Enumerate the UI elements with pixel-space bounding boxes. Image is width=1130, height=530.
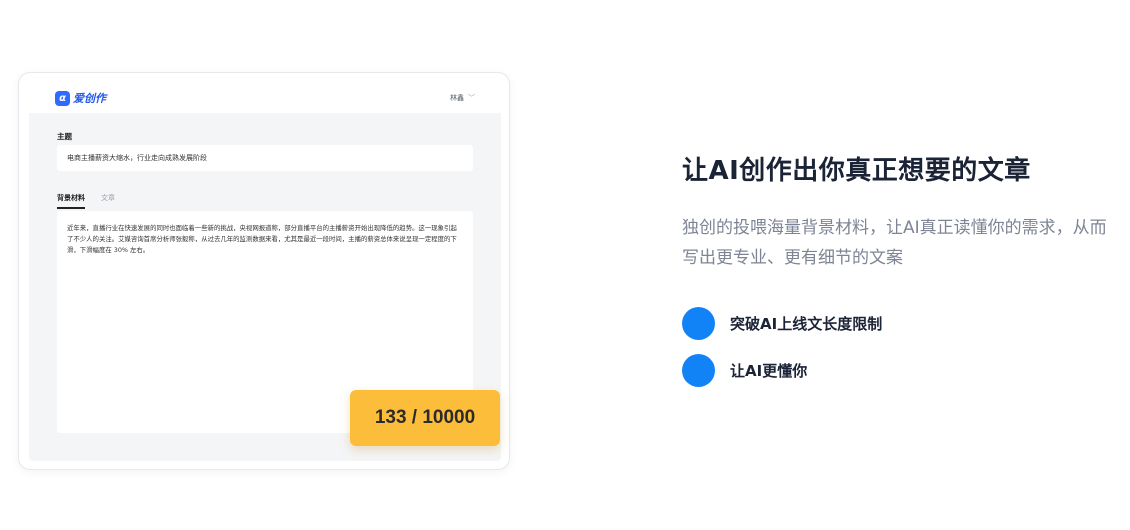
feature-item: 突破AI上线文长度限制 <box>682 307 882 340</box>
logo-text: 爱创作 <box>73 92 106 105</box>
editor-tabs: 背景材料 文章 <box>57 193 115 209</box>
user-name: 林鑫 <box>450 94 464 102</box>
feature-text: 突破AI上线文长度限制 <box>730 315 883 333</box>
hero-title: 让AI创作出你真正想要的文章 <box>682 156 1031 186</box>
app-header: α 爱创作 林鑫 ﹀ <box>29 83 501 113</box>
chevron-down-icon: ﹀ <box>468 94 475 102</box>
feature-item: 让AI更懂你 <box>682 354 807 387</box>
user-menu[interactable]: 林鑫 ﹀ <box>450 93 475 103</box>
tab-background-material[interactable]: 背景材料 <box>57 193 85 209</box>
word-counter-badge: 133 / 10000 <box>350 390 500 446</box>
feature-dot-icon <box>682 307 715 340</box>
logo[interactable]: α 爱创作 <box>55 90 106 106</box>
tab-article[interactable]: 文章 <box>101 193 115 209</box>
hero-description: 独创的投喂海量背景材料，让AI真正读懂你的需求，从而写出更专业、更有细节的文案 <box>682 218 1107 268</box>
topic-label: 主题 <box>57 132 72 141</box>
feature-dot-icon <box>682 354 715 387</box>
feature-text: 让AI更懂你 <box>730 362 808 380</box>
topic-input[interactable]: 电商主播薪资大缩水，行业走向成熟发展阶段 <box>57 145 473 171</box>
logo-icon: α <box>55 90 70 106</box>
